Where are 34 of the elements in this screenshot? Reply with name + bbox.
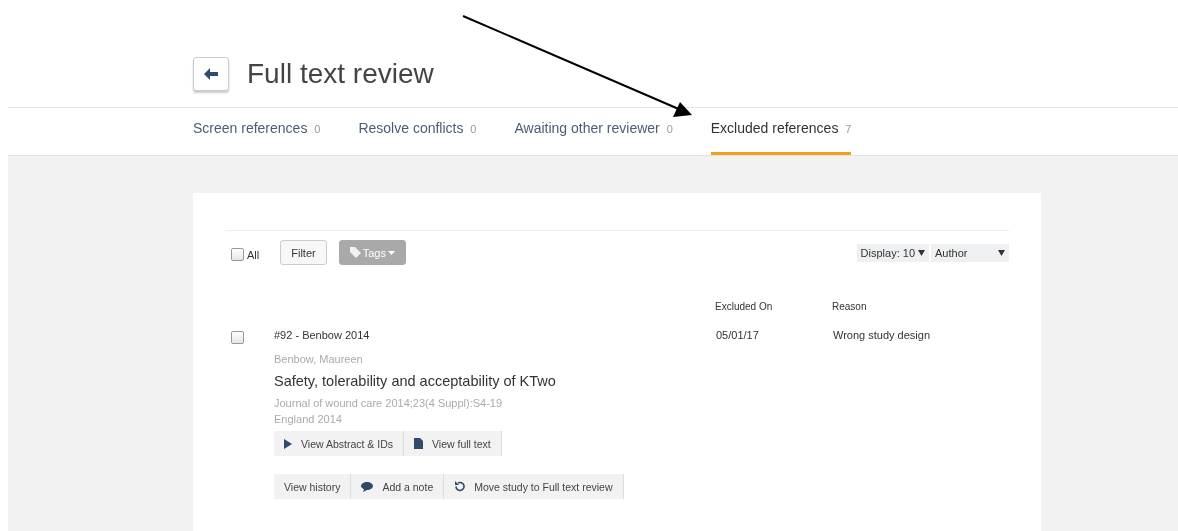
action-button[interactable]: Move study to Full text review [444,474,624,499]
undo-icon [454,481,466,492]
back-button[interactable] [193,57,229,91]
filter-button[interactable]: Filter [280,240,327,265]
reference-country: England 2014 [274,412,343,427]
reference-authors: Benbow, Maureen [274,352,364,367]
sort-dropdown[interactable]: Author [931,243,1009,262]
reference-journal: Journal of wound care 2014;23(4 Suppl):S4-19 [274,396,504,411]
caret-icon [998,249,1005,256]
checkbox-label: All [247,248,260,261]
tab[interactable]: Screen references 0 [193,108,321,155]
excluded-date: 05/01/17 [716,329,760,341]
action-button[interactable]: View history [274,474,352,499]
back-arrow-icon [204,68,218,80]
tag-icon [349,247,361,258]
document-icon [414,438,423,449]
reference-title: Safety, tolerability and acceptability of KTwo [274,373,557,389]
action-button[interactable]: View full text [404,431,502,456]
exclusion-reason: Wrong study design [833,329,931,341]
page-title: Full text review [247,57,434,91]
action-button[interactable]: Add a note [351,474,445,499]
action-button[interactable]: View Abstract & IDs [274,431,404,456]
tab[interactable]: Resolve conflicts 0 [358,108,477,155]
caret-icon [387,250,395,255]
checkbox[interactable] [231,248,244,261]
display-dropdown[interactable]: Display: 10 [856,243,929,262]
checkbox[interactable] [231,331,244,344]
tab[interactable]: Awaiting other reviewer 0 [514,108,673,155]
column-header: Reason [832,301,867,312]
caret-icon [918,249,925,256]
comment-icon [361,481,374,492]
reference-id: #92 - Benbow 2014 [274,329,371,341]
column-header: Excluded On [715,301,774,312]
play-icon [284,438,292,449]
